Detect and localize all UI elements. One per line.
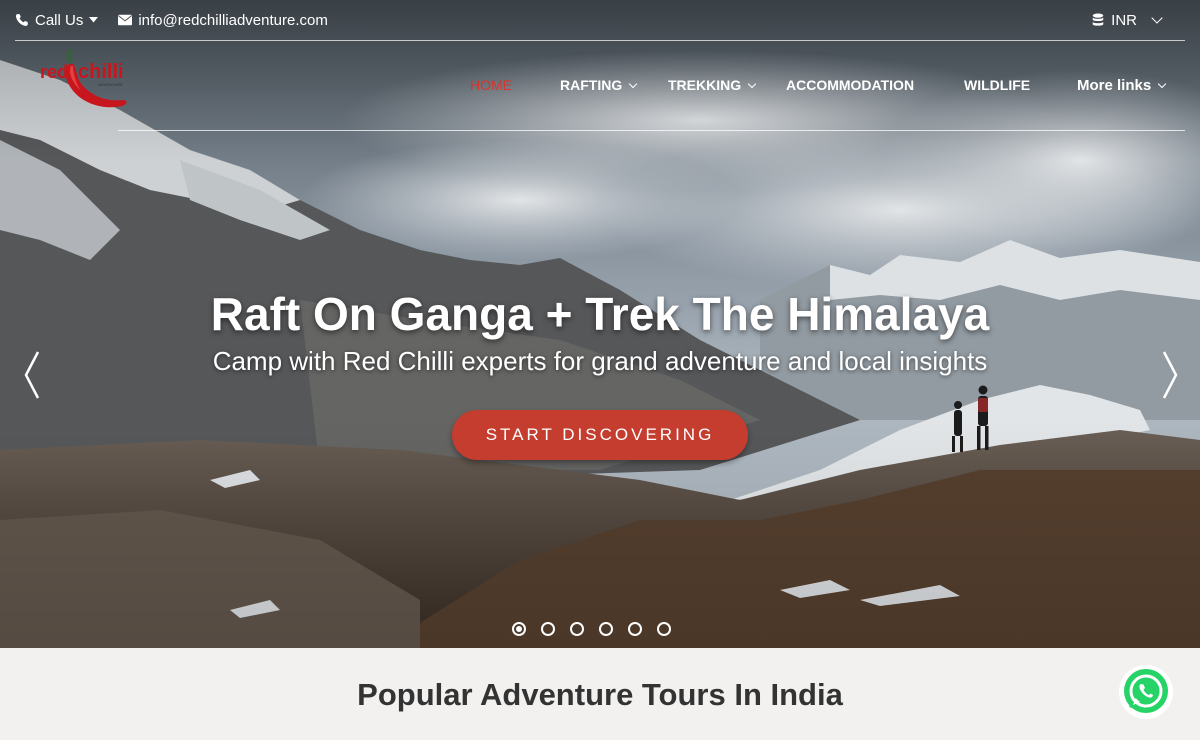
call-us-label: Call Us [35, 11, 84, 29]
nav-item-more-links-label: More links [1077, 76, 1152, 94]
chevron-down-icon [628, 79, 638, 88]
brand-logo[interactable]: red chilli ADVENTURE [38, 46, 130, 116]
nav-item-accommodation[interactable]: ACCOMMODATION [786, 77, 914, 93]
nav-item-rafting-label: RAFTING [560, 77, 623, 93]
chevron-down-icon [1151, 12, 1163, 24]
chevron-down-icon [747, 79, 757, 88]
logo-text-red: red [40, 62, 68, 82]
top-bar: Call Us info@redchilliadventure.com INR [15, 0, 1185, 41]
whatsapp-icon[interactable] [1118, 664, 1174, 720]
email-text: info@redchilliadventure.com [138, 11, 328, 29]
chevron-right-icon[interactable] [1160, 350, 1180, 400]
nav-item-more-links[interactable]: More links [1077, 76, 1167, 94]
hero-slider: Call Us info@redchilliadventure.com INR … [0, 0, 1200, 648]
phone-icon [15, 14, 28, 26]
slide-dot-1[interactable] [512, 622, 526, 636]
nav-item-home-label: HOME [470, 77, 512, 93]
slider-pagination [512, 622, 671, 636]
nav-divider [118, 130, 1185, 131]
start-discovering-button[interactable]: START DISCOVERING [452, 410, 748, 460]
slide-dot-6[interactable] [657, 622, 671, 636]
chevron-down-icon [1157, 79, 1167, 88]
main-navbar: HOME RAFTING TREKKING ACCOMMODATION WILD… [0, 41, 1200, 131]
nav-item-home[interactable]: HOME [470, 77, 512, 93]
nav-item-accommodation-label: ACCOMMODATION [786, 77, 915, 93]
database-icon [1092, 13, 1104, 26]
hero-subtitle: Camp with Red Chilli experts for grand a… [212, 346, 988, 376]
currency-selector[interactable]: INR [1091, 11, 1163, 29]
nav-menu: HOME RAFTING TREKKING ACCOMMODATION WILD… [0, 75, 1200, 95]
nav-item-wildlife[interactable]: WILDLIFE [964, 77, 1030, 93]
caret-down-icon [89, 17, 99, 23]
slide-dot-5[interactable] [628, 622, 642, 636]
nav-item-trekking[interactable]: TREKKING [668, 77, 757, 93]
slide-dot-2[interactable] [541, 622, 555, 636]
nav-item-trekking-label: TREKKING [668, 77, 742, 93]
chevron-left-icon[interactable] [22, 350, 42, 400]
currency-label: INR [1111, 11, 1137, 29]
slide-dot-3[interactable] [570, 622, 584, 636]
nav-item-wildlife-label: WILDLIFE [964, 77, 1031, 93]
logo-text-chilli: chilli [78, 61, 124, 83]
email-link[interactable]: info@redchilliadventure.com [118, 12, 328, 29]
hero-title: Raft On Ganga + Trek The Himalaya [210, 288, 990, 340]
logo-tagline: ADVENTURE [98, 82, 123, 87]
slide-dot-4[interactable] [599, 622, 613, 636]
envelope-icon [118, 14, 133, 26]
section-title: Popular Adventure Tours In India [357, 677, 843, 712]
nav-item-rafting[interactable]: RAFTING [560, 77, 638, 93]
call-us-dropdown[interactable]: Call Us [15, 11, 99, 29]
